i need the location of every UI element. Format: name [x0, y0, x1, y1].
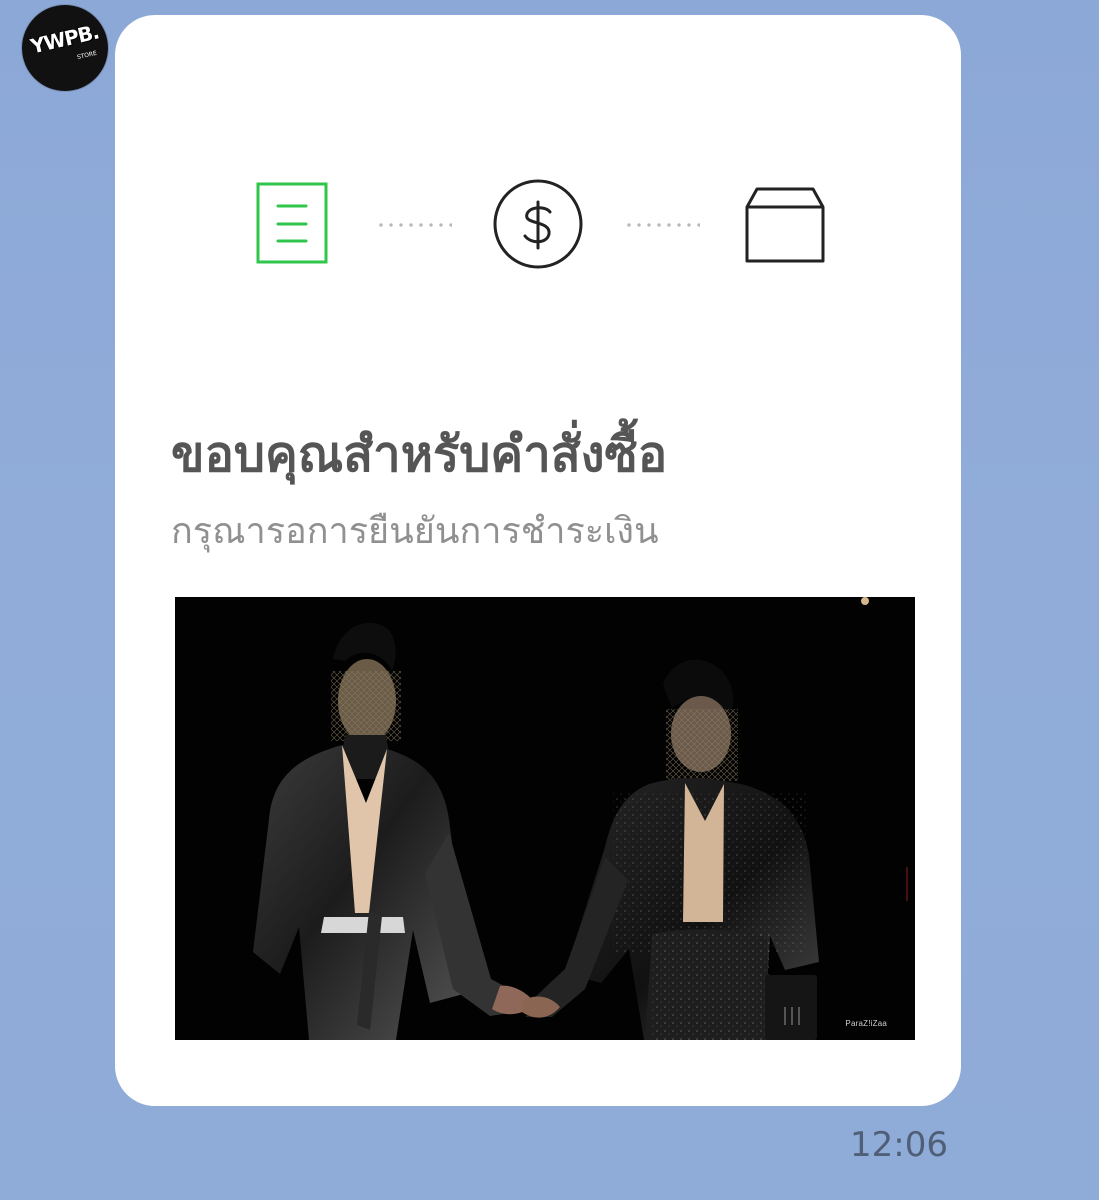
- dollar-circle-icon: [493, 179, 583, 269]
- progress-dots-right: [624, 223, 700, 227]
- order-step: [256, 182, 328, 264]
- package-box-icon: [745, 187, 825, 263]
- concert-photo-illustration: [175, 597, 915, 1040]
- order-list-icon: [256, 182, 328, 264]
- photo-watermark: ParaZ!iZaa: [845, 1019, 887, 1028]
- message-timestamp: 12:06: [850, 1125, 948, 1165]
- avatar-logo-subtext: STORE: [76, 49, 98, 62]
- order-message-card[interactable]: ขอบคุณสำหรับคำสั่งซื้อ กรุณารอการยืนยันก…: [115, 15, 961, 1106]
- order-progress: [256, 179, 826, 272]
- payment-confirmation-subtitle: กรุณารอการยืนยันการชำระเงิน: [171, 511, 659, 552]
- chat-screen: YWPB. STORE ขอบคุณสำหรับคำสั่งซื้อ กรุณา…: [0, 0, 1099, 1200]
- delivery-step: [744, 185, 826, 265]
- store-avatar[interactable]: YWPB. STORE: [22, 5, 108, 91]
- thank-you-title: ขอบคุณสำหรับคำสั่งซื้อ: [171, 426, 668, 483]
- progress-dots-left: [376, 223, 452, 227]
- payment-step: [492, 178, 584, 270]
- order-photo[interactable]: ParaZ!iZaa: [175, 597, 915, 1040]
